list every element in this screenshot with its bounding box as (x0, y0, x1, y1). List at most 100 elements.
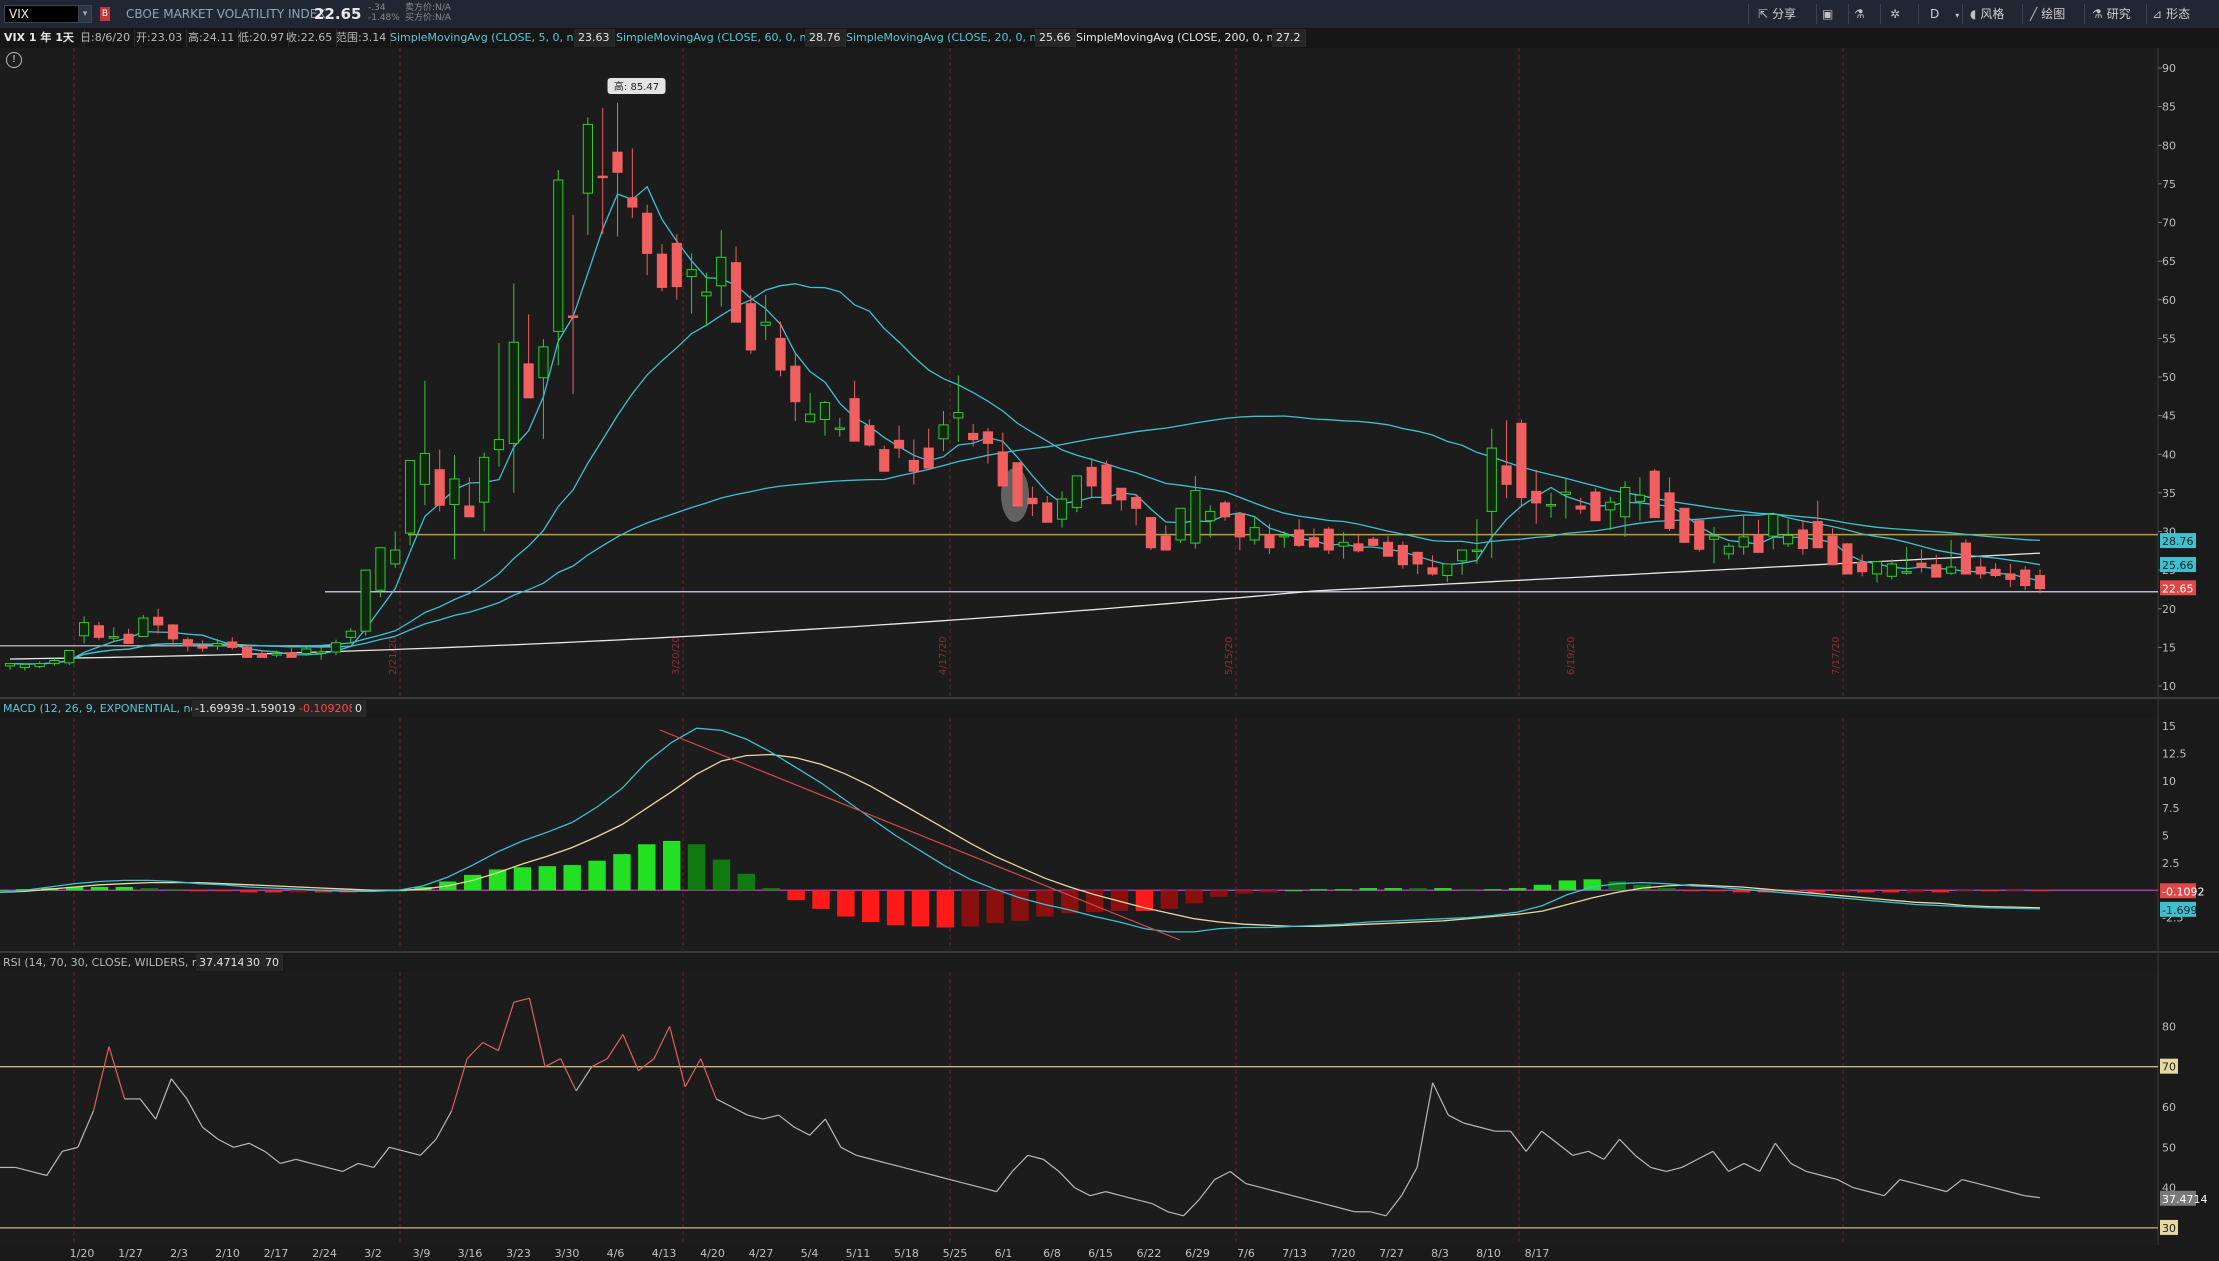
pencil-icon: ╱ (2030, 7, 2038, 21)
rsi-line-segment (591, 1058, 608, 1068)
price-tick-label: 35 (2162, 487, 2176, 500)
sma5-label[interactable]: SimpleMovingAvg (CLOSE, 5, 0, no) (386, 29, 590, 47)
candle-body (642, 212, 653, 254)
macd-header: MACD (12, 26, 9, EXPONENTIAL, no) -1.699… (0, 700, 2160, 718)
macd-tick-label: -2.5 (2162, 912, 2183, 925)
rsi-line-segment (965, 1182, 982, 1189)
last-price-badge-text: 22.65 (2162, 582, 2194, 595)
x-axis-tick-label: 8/3 (1431, 1247, 1449, 1260)
rsi-line-segment (389, 1146, 406, 1152)
macd-histogram-bar (339, 890, 357, 893)
candle-body (1871, 561, 1883, 575)
candle-body (953, 412, 964, 419)
rsi-line-segment (887, 1162, 904, 1169)
macd-histogram-bar (1956, 890, 1975, 892)
candle-body (701, 291, 712, 297)
macd-histogram-bar (1782, 890, 1800, 893)
rsi-line-segment (840, 1146, 857, 1156)
macd-histogram-bar (1384, 888, 1402, 891)
studies-button[interactable]: ⚗ 研究 (2092, 0, 2131, 28)
candle-body (1783, 534, 1794, 545)
info-icon[interactable]: ! (6, 52, 22, 68)
drawing-button[interactable]: ╱ 绘图 (2030, 0, 2065, 28)
rsi-line-segment (949, 1178, 966, 1185)
rsi-line-segment (1136, 1199, 1153, 1205)
candle-body (4, 663, 16, 667)
candle-body (1679, 507, 1690, 543)
candle-body (1086, 466, 1097, 487)
candle-body (1442, 563, 1453, 577)
share-button[interactable]: ⇱ 分享 (1758, 0, 1796, 28)
sma200-label[interactable]: SimpleMovingAvg (CLOSE, 200, 0, no) (1072, 29, 1290, 47)
rsi-line-segment (560, 1058, 577, 1092)
candle-body (404, 459, 416, 534)
candle-body (1916, 562, 1927, 568)
candle-body (745, 303, 756, 351)
macd-histogram-bar (787, 890, 805, 901)
rsi-line-segment (1027, 1154, 1044, 1160)
sma20-label[interactable]: SimpleMovingAvg (CLOSE, 20, 0, no) (842, 29, 1053, 47)
candle-body (1946, 566, 1957, 574)
candle-body (1723, 545, 1734, 555)
window-button[interactable]: ▣ (1822, 0, 1837, 28)
rsi-line-segment (1432, 1082, 1449, 1116)
lab-button[interactable]: ⚗ (1854, 0, 1869, 28)
rsi-line-segment (1447, 1114, 1465, 1124)
macd-label[interactable]: MACD (12, 26, 9, EXPONENTIAL, no) (0, 700, 206, 717)
rsi-line-segment (497, 1002, 515, 1051)
price-tick-label: 10 (2162, 680, 2176, 693)
timeframe-button[interactable]: D ▾ (1930, 0, 1963, 28)
rsi-line-segment (1619, 1138, 1636, 1156)
macd-value-badge-text: -1.6994 (2162, 904, 2204, 917)
rsi-line-segment (15, 1166, 32, 1173)
x-axis-tick-label: 3/2 (364, 1247, 382, 1260)
candle-body (1353, 543, 1364, 552)
sma60-label[interactable]: SimpleMovingAvg (CLOSE, 60, 0, no) (612, 29, 823, 47)
x-axis-tick-label: 5/18 (894, 1247, 919, 1260)
candle-body (982, 431, 994, 444)
patterns-button[interactable]: ⊿ 形态 (2152, 0, 2190, 28)
price-tick-label: 45 (2162, 410, 2176, 423)
rsi-line-segment (1946, 1179, 1963, 1193)
candle-body (1605, 501, 1616, 511)
style-button[interactable]: ◖ 风格 (1970, 0, 2004, 28)
rsi-header: RSI (14, 70, 30, CLOSE, WILDERS, no) 37.… (0, 954, 2160, 972)
candle-body (34, 663, 45, 668)
chart-period[interactable]: VIX 1 年 1天 (0, 29, 85, 47)
symbol-input[interactable]: VIX (4, 5, 86, 23)
x-axis-tick-label: 5/11 (846, 1247, 871, 1260)
rsi-line-segment (1650, 1166, 1667, 1173)
candle-body (1175, 507, 1186, 541)
bar-high: 高:24.11 (184, 29, 240, 47)
alert-badge[interactable]: B (100, 7, 110, 21)
candle-body (923, 447, 934, 469)
rsi-line-segment (1510, 1130, 1527, 1152)
candle-body (1649, 470, 1660, 519)
candle-body (1694, 520, 1705, 550)
rsi-line-segment (871, 1158, 888, 1164)
macd-histogram-bar (1434, 888, 1452, 891)
rsi-label[interactable]: RSI (14, 70, 30, CLOSE, WILDERS, no) (0, 954, 214, 971)
price-tick-label: 55 (2162, 332, 2176, 345)
month-date-label: 5/15/20 (1224, 636, 1235, 675)
settings-button[interactable]: ✲ (1890, 0, 1904, 28)
candle-body (1620, 486, 1631, 518)
candle-body (538, 346, 549, 379)
rsi-line-segment (903, 1166, 919, 1173)
x-axis-tick-label: 7/27 (1379, 1247, 1404, 1260)
x-axis-tick-label: 3/9 (413, 1247, 431, 1260)
price-info-bar: VIX 1 年 1天 日:8/6/20 开:23.03 高:24.11 低:20… (0, 28, 2219, 48)
rsi-line-segment (809, 1118, 826, 1136)
candle-body (1071, 475, 1082, 509)
candle-body (197, 646, 208, 649)
symbol-dropdown-button[interactable]: ▾ (78, 5, 92, 23)
macd-histogram-bar (389, 890, 407, 892)
month-date-label: 3/20/20 (671, 636, 682, 675)
macd-histogram-bar (1832, 890, 1850, 893)
candle-body (2005, 573, 2016, 580)
month-date-label: 2/21/20 (388, 636, 399, 675)
rsi-line-segment (435, 1110, 453, 1140)
candle-body (1427, 567, 1438, 575)
price-tick-label: 15 (2162, 641, 2176, 654)
candle-body (271, 653, 282, 656)
